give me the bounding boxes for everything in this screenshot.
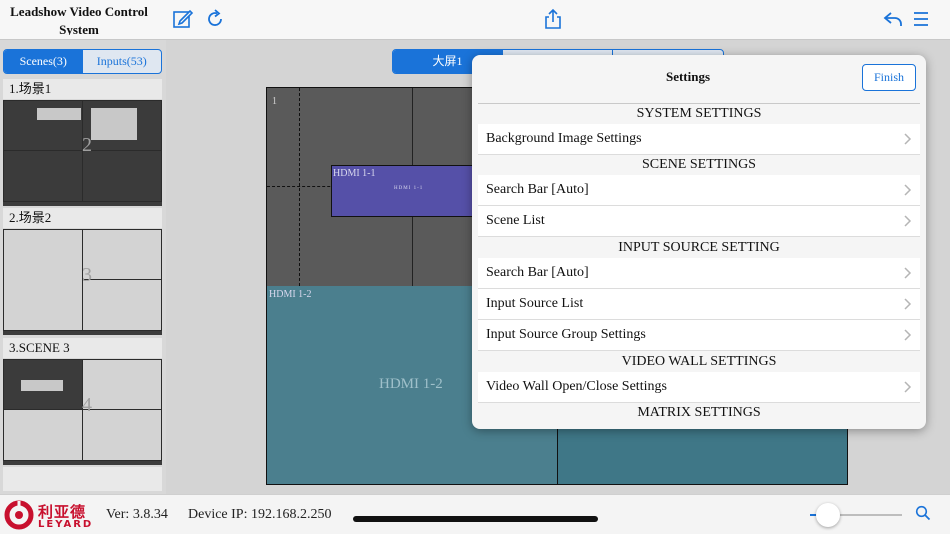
- section-header: VIDEO WALL SETTINGS: [478, 352, 920, 372]
- setting-row-scene-search-bar[interactable]: Search Bar [Auto]: [478, 175, 920, 206]
- section-header: SCENE SETTINGS: [478, 155, 920, 175]
- search-icon[interactable]: [915, 505, 931, 521]
- window-center-label: HDMI 1-2: [379, 376, 443, 392]
- scene-title[interactable]: 2.场景2: [3, 208, 162, 228]
- scene-number: 3: [82, 264, 92, 286]
- setting-label: Input Source List: [486, 296, 584, 311]
- status-bar: 利亚德 LEYARD Ver: 3.8.34 Device IP: 192.16…: [0, 494, 950, 534]
- edit-icon[interactable]: [172, 8, 194, 30]
- section-header: INPUT SOURCE SETTING: [478, 238, 920, 258]
- scene-list-filler: [3, 467, 162, 491]
- menu-icon[interactable]: [910, 8, 932, 30]
- section-header: SYSTEM SETTINGS: [478, 104, 920, 124]
- chevron-right-icon: [904, 298, 912, 310]
- scene-number: 2: [82, 134, 92, 156]
- leyard-logo-icon: [4, 500, 34, 530]
- scene-thumbnail[interactable]: 2: [3, 100, 162, 206]
- share-icon[interactable]: [542, 8, 564, 30]
- thumb-cell: [82, 359, 162, 410]
- scene-panel: Scenes(3) Inputs(53) 1.场景1 2 2.场景2 3 3.S…: [0, 40, 166, 494]
- zoom-slider-thumb[interactable]: [816, 503, 841, 527]
- chevron-right-icon: [904, 267, 912, 279]
- window-title: HDMI 1-2: [269, 289, 312, 300]
- settings-popover: Settings Finish SYSTEM SETTINGS Backgrou…: [472, 55, 926, 429]
- scene-thumbnail[interactable]: 4: [3, 359, 162, 465]
- panel-tabs: Scenes(3) Inputs(53): [3, 49, 162, 74]
- chevron-right-icon: [904, 133, 912, 145]
- setting-label: Search Bar [Auto]: [486, 265, 589, 280]
- thumb-cell: [82, 279, 162, 331]
- thumb-cell: [3, 409, 83, 461]
- scene-title[interactable]: 1.场景1: [3, 79, 162, 99]
- section-header: MATRIX SETTINGS: [478, 403, 920, 423]
- chevron-right-icon: [904, 329, 912, 341]
- setting-row-input-source-group[interactable]: Input Source Group Settings: [478, 320, 920, 351]
- scene-number: 4: [82, 394, 92, 416]
- tab-scenes[interactable]: Scenes(3): [4, 50, 83, 73]
- setting-label: Background Image Settings: [486, 131, 642, 146]
- window-title: HDMI 1-1: [333, 168, 376, 179]
- setting-row-input-source-list[interactable]: Input Source List: [478, 289, 920, 320]
- settings-title: Settings: [665, 69, 711, 84]
- home-indicator: [353, 516, 598, 522]
- refresh-icon[interactable]: [204, 8, 226, 30]
- logo-text-en: LEYARD: [38, 519, 94, 530]
- tab-inputs[interactable]: Inputs(53): [83, 50, 162, 73]
- setting-label: Scene List: [486, 213, 545, 228]
- version-label: Ver: 3.8.34: [106, 507, 168, 522]
- setting-label: Input Source Group Settings: [486, 327, 646, 342]
- thumb-cell: [82, 409, 162, 461]
- chevron-right-icon: [904, 215, 912, 227]
- setting-row-input-search-bar[interactable]: Search Bar [Auto]: [478, 258, 920, 289]
- thumb-window: [91, 108, 137, 140]
- thumb-cell: [82, 229, 162, 280]
- chevron-right-icon: [904, 381, 912, 393]
- grid-line: [299, 88, 300, 286]
- setting-row-background-image[interactable]: Background Image Settings: [478, 124, 920, 155]
- setting-row-video-wall-open-close[interactable]: Video Wall Open/Close Settings: [478, 372, 920, 403]
- thumb-window: [21, 380, 63, 391]
- thumb-cell: [3, 150, 83, 202]
- thumb-cell: [82, 150, 162, 202]
- setting-row-scene-list[interactable]: Scene List: [478, 206, 920, 237]
- chevron-right-icon: [904, 184, 912, 196]
- scene-title[interactable]: 3.SCENE 3: [3, 338, 162, 358]
- setting-label: Search Bar [Auto]: [486, 182, 589, 197]
- top-bar: Leadshow Video Control System: [0, 0, 950, 40]
- thumb-cell: [3, 229, 83, 331]
- app-title: Leadshow Video Control System: [10, 4, 148, 35]
- leyard-logo: 利亚德 LEYARD: [2, 498, 102, 532]
- window-hdmi-1-1[interactable]: HDMI 1-1 HDMI 1-1: [331, 165, 491, 217]
- setting-label: Video Wall Open/Close Settings: [486, 379, 667, 394]
- thumb-window: [37, 108, 81, 120]
- finish-button[interactable]: Finish: [862, 64, 916, 91]
- cell-number: 1: [272, 96, 277, 107]
- scene-thumbnail[interactable]: 3: [3, 229, 162, 335]
- device-ip-label: Device IP: 192.168.2.250: [188, 507, 332, 522]
- window-center-label: HDMI 1-1: [394, 186, 424, 191]
- undo-icon[interactable]: [882, 8, 904, 30]
